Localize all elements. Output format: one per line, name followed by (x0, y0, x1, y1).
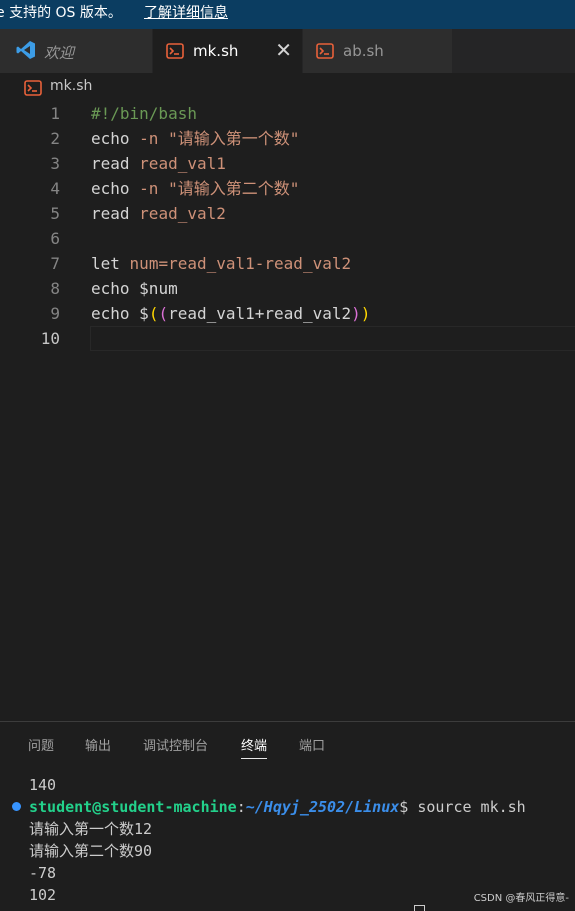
argument: num=read_val1-read_val2 (129, 254, 352, 273)
terminal-cursor (414, 905, 425, 911)
shebang-comment: #!/bin/bash (91, 104, 197, 123)
code-line-7: let num=read_val1-read_val2 (91, 251, 351, 276)
argument: read_val2 (139, 204, 226, 223)
code-line-2: echo -n "请输入第一个数" (91, 126, 299, 151)
terminal-output-line: -78 (29, 864, 57, 882)
current-line-highlight (90, 326, 575, 351)
paren-outer-close: ) (360, 304, 371, 323)
string-literal: "请输入第一个数" (168, 129, 300, 148)
vscode-logo-icon (16, 40, 36, 64)
terminal-output-line: 请输入第二个数90 (29, 842, 153, 860)
tab-terminal[interactable]: 终端 (241, 735, 268, 759)
terminal-output-line: 请输入第一个数12 (29, 820, 153, 838)
terminal-output-line: 140 (29, 776, 57, 794)
paren-inner-open: ( (158, 304, 169, 323)
arithmetic-expression: read_val1+read_val2 (168, 304, 352, 323)
option: -n (139, 179, 159, 198)
tab-ab-sh[interactable]: ab.sh (303, 29, 452, 73)
line-number: 4 (50, 179, 60, 198)
breadcrumb-file[interactable]: mk.sh (50, 78, 92, 94)
dollar-sign: $ (139, 304, 149, 323)
prompt-user: student@student-machine (29, 798, 237, 816)
terminal-file-icon (166, 43, 184, 63)
line-number: 1 (50, 104, 60, 123)
notification-bar: e 支持的 OS 版本。 了解详细信息 (0, 0, 575, 29)
code-line-4: echo -n "请输入第二个数" (91, 176, 299, 201)
line-number: 6 (50, 229, 60, 248)
bottom-panel: 问题 输出 调试控制台 终端 端口 140 student@student-ma… (0, 721, 575, 911)
code-line-5: read read_val2 (91, 201, 226, 226)
line-number: 3 (50, 154, 60, 173)
tab-debug-console[interactable]: 调试控制台 (143, 735, 208, 754)
terminal-output-line: 102 (29, 886, 57, 904)
command: echo (91, 179, 130, 198)
close-icon[interactable]: ✕ (275, 38, 292, 62)
line-number-current: 10 (40, 329, 60, 348)
tab-mk-sh[interactable]: mk.sh ✕ (153, 29, 302, 73)
prompt-command: $ source mk.sh (399, 798, 526, 816)
command: echo (91, 279, 130, 298)
command: echo (91, 129, 130, 148)
code-line-9: echo $((read_val1+read_val2)) (91, 301, 370, 326)
command: read (91, 204, 130, 223)
command-status-dot-icon[interactable] (12, 802, 21, 811)
editor-tab-bar: 欢迎 mk.sh ✕ ab.sh (0, 29, 575, 73)
code-line-3: read read_val1 (91, 151, 226, 176)
notification-message: e 支持的 OS 版本。 (0, 5, 122, 21)
learn-more-link[interactable]: 了解详细信息 (144, 0, 228, 27)
command: echo (91, 304, 130, 323)
line-number: 2 (50, 129, 60, 148)
code-editor[interactable]: 1 2 3 4 5 6 7 8 9 10 #!/bin/bash echo -n… (0, 101, 575, 721)
variable: $num (139, 279, 178, 298)
tab-label: mk.sh (193, 42, 239, 60)
command: let (91, 254, 120, 273)
string-literal: "请输入第二个数" (168, 179, 300, 198)
code-line-8: echo $num (91, 276, 178, 301)
breadcrumb: mk.sh (0, 73, 575, 101)
watermark: CSDN @春风正得意- (473, 893, 569, 904)
argument: read_val1 (139, 154, 226, 173)
option: -n (139, 129, 159, 148)
line-number: 7 (50, 254, 60, 273)
terminal-file-icon (24, 80, 42, 100)
prompt-path: ~/Hqyj_2502/Linux (245, 798, 400, 816)
tab-label: 欢迎 (44, 44, 75, 62)
tab-output[interactable]: 输出 (85, 735, 111, 754)
tab-welcome[interactable]: 欢迎 (0, 29, 152, 73)
line-number: 8 (50, 279, 60, 298)
tab-label: ab.sh (343, 42, 384, 60)
code-line-1: #!/bin/bash (91, 101, 197, 126)
tab-ports[interactable]: 端口 (299, 735, 325, 754)
prompt-colon: : (236, 798, 246, 816)
paren-inner-close: ) (351, 304, 361, 323)
line-number: 5 (50, 204, 60, 223)
terminal-file-icon (316, 43, 334, 63)
paren-outer-open: ( (148, 304, 159, 323)
command: read (91, 154, 130, 173)
tab-problems[interactable]: 问题 (28, 735, 54, 754)
terminal-prompt-line: student@student-machine:~/Hqyj_2502/Linu… (29, 796, 526, 818)
line-number: 9 (50, 304, 60, 323)
